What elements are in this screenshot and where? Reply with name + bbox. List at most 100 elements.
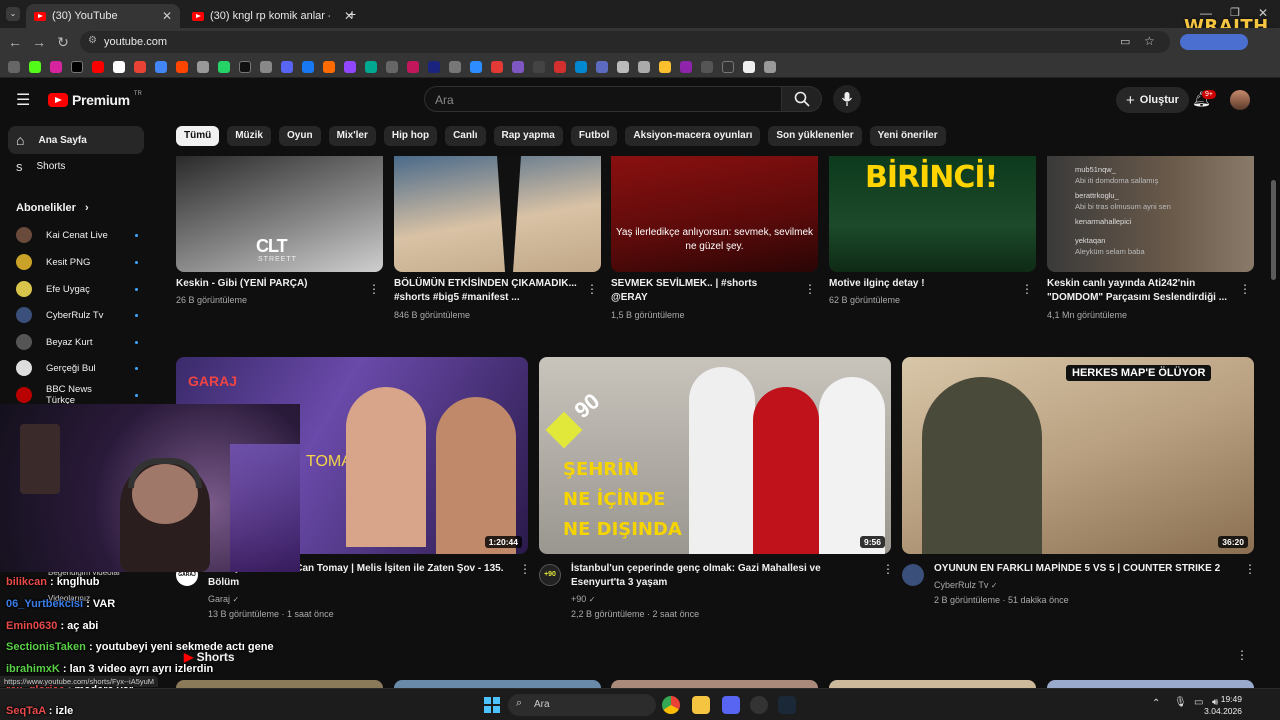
create-button[interactable]: + Oluştur bbox=[1116, 87, 1189, 113]
channel-name[interactable]: Garaj ✓ bbox=[208, 592, 239, 607]
video-thumbnail[interactable]: CLT STREETT bbox=[176, 156, 383, 272]
bookmark-icon[interactable] bbox=[680, 60, 692, 73]
bookmark-icon[interactable] bbox=[617, 60, 629, 73]
chip-rap[interactable]: Rap yapma bbox=[493, 126, 563, 146]
reload-icon[interactable]: ↻ bbox=[54, 33, 72, 51]
video-title[interactable]: İstanbul'un çeperinde genç olmak: Gazi M… bbox=[571, 562, 871, 576]
bookmark-icon[interactable] bbox=[155, 60, 167, 73]
subscriptions-header[interactable]: Abonelikler › bbox=[16, 202, 89, 214]
video-thumbnail[interactable] bbox=[394, 156, 601, 272]
tab-youtube-home[interactable]: (30) YouTube ✕ bbox=[26, 4, 180, 28]
facebook-bookmark-icon[interactable] bbox=[302, 60, 314, 73]
account-avatar[interactable] bbox=[1230, 90, 1250, 110]
video-title-line2[interactable]: Esenyurt'ta 3 yaşam bbox=[571, 576, 667, 590]
more-actions-icon[interactable]: ⋮ bbox=[586, 282, 598, 296]
search-button[interactable] bbox=[782, 86, 822, 112]
bookmark-icon[interactable] bbox=[449, 60, 461, 73]
sidebar-item-home[interactable]: ⌂ Ana Sayfa bbox=[8, 126, 144, 154]
short-thumbnail[interactable] bbox=[394, 680, 601, 688]
x-bookmark-icon[interactable] bbox=[71, 60, 83, 73]
subscription-kai-cenat-live[interactable]: Kai Cenat Live bbox=[16, 225, 138, 245]
page-scrollbar[interactable] bbox=[1271, 180, 1276, 280]
bookmark-icon[interactable] bbox=[386, 60, 398, 73]
video-title[interactable]: Keskin - Gibi (YENİ PARÇA) bbox=[176, 277, 356, 291]
new-tab-button[interactable]: + bbox=[348, 6, 356, 22]
sidebar-item-shorts[interactable]: ѕ Shorts bbox=[8, 152, 144, 180]
chip-live[interactable]: Canlı bbox=[445, 126, 486, 146]
bookmark-icon[interactable] bbox=[722, 60, 734, 73]
bookmark-icon[interactable] bbox=[260, 60, 272, 73]
subscription-kesit-png[interactable]: Kesit PNG bbox=[16, 252, 138, 272]
menu-icon[interactable]: ☰ bbox=[16, 90, 30, 110]
tab-kngl-video[interactable]: (30) kngl rp komik anlar - YouTube ✕ bbox=[184, 4, 362, 28]
subscription-bbc-news-turkce[interactable]: BBC News Türkçe bbox=[16, 384, 138, 406]
chip-football[interactable]: Futbol bbox=[570, 126, 618, 146]
bookmark-icon[interactable] bbox=[323, 60, 335, 73]
back-icon[interactable]: ← bbox=[6, 33, 24, 51]
tab-search-button[interactable]: ⌄ bbox=[6, 7, 20, 21]
gmail-bookmark-icon[interactable] bbox=[134, 60, 146, 73]
taskbar-search[interactable]: ⌕ Ara bbox=[508, 694, 656, 716]
bookmark-star-icon[interactable]: ☆ bbox=[1144, 34, 1155, 48]
steam-icon[interactable] bbox=[778, 696, 796, 714]
bookmark-icon[interactable] bbox=[638, 60, 650, 73]
video-title[interactable]: Keskin canlı yayında Ati242'nin bbox=[1047, 277, 1232, 291]
more-actions-icon[interactable]: ⋮ bbox=[882, 562, 894, 576]
windows-start-icon[interactable] bbox=[484, 697, 500, 713]
video-title-line2[interactable]: Bölüm bbox=[208, 576, 239, 590]
video-title-line2[interactable]: @ERAY bbox=[611, 291, 801, 305]
url-field[interactable]: ⚙ youtube.com ▭ ☆ bbox=[80, 31, 1170, 53]
more-actions-icon[interactable]: ⋮ bbox=[1239, 282, 1251, 296]
bookmark-icon[interactable] bbox=[197, 60, 209, 73]
network-icon[interactable]: ▭ bbox=[1194, 697, 1203, 708]
more-actions-icon[interactable]: ⋮ bbox=[368, 282, 380, 296]
video-thumbnail[interactable]: BİRİNCİ! bbox=[829, 156, 1036, 272]
bookmark-icon[interactable] bbox=[239, 60, 251, 73]
bookmark-icon[interactable] bbox=[470, 60, 482, 73]
bookmark-icon[interactable] bbox=[764, 60, 776, 73]
more-actions-icon[interactable]: ⋮ bbox=[519, 562, 531, 576]
chip-action-adventure[interactable]: Aksiyon-macera oyunları bbox=[625, 126, 761, 146]
chip-hip-hop[interactable]: Hip hop bbox=[383, 126, 438, 146]
tray-chevron-icon[interactable]: ⌃ bbox=[1152, 698, 1160, 709]
video-title[interactable]: OYUNUN EN FARKLI MAPİNDE 5 VS 5 | COUNTE… bbox=[934, 562, 1234, 576]
bookmark-icon[interactable] bbox=[491, 60, 503, 73]
profile-chip[interactable] bbox=[1180, 34, 1248, 50]
youtube-premium-logo[interactable]: Premium TR bbox=[48, 91, 142, 108]
subscription-cyberrulz-tv[interactable]: CyberRulz Tv bbox=[16, 305, 138, 325]
file-explorer-icon[interactable] bbox=[692, 696, 710, 714]
forward-icon[interactable]: → bbox=[30, 33, 48, 51]
subscription-efe-uygac[interactable]: Efe Uygaç bbox=[16, 279, 138, 299]
search-input[interactable]: Ara bbox=[424, 86, 782, 112]
bookmark-icon[interactable] bbox=[575, 60, 587, 73]
kick-bookmark-icon[interactable] bbox=[29, 60, 41, 73]
video-title[interactable]: SEVMEK SEVİLMEK.. | #shorts bbox=[611, 277, 801, 291]
google-bookmark-icon[interactable] bbox=[113, 60, 125, 73]
voice-search-button[interactable] bbox=[833, 85, 861, 113]
cast-icon[interactable]: ▭ bbox=[1120, 35, 1130, 48]
bookmark-icon[interactable] bbox=[701, 60, 713, 73]
bookmark-icon[interactable] bbox=[512, 60, 524, 73]
subscription-gercegi-bul[interactable]: Gerçeği Bul bbox=[16, 358, 138, 378]
discord-icon[interactable] bbox=[722, 696, 740, 714]
channel-name[interactable]: CyberRulz Tv ✓ bbox=[934, 578, 998, 593]
twitch-bookmark-icon[interactable] bbox=[344, 60, 356, 73]
app-icon[interactable] bbox=[750, 696, 768, 714]
apps-icon[interactable] bbox=[8, 60, 20, 73]
chip-gaming[interactable]: Oyun bbox=[279, 126, 321, 146]
chip-all[interactable]: Tümü bbox=[176, 126, 220, 146]
video-thumbnail[interactable]: 90 ŞEHRİN NE İÇİNDE NE DIŞINDA 9:56 bbox=[539, 357, 891, 554]
bookmark-icon[interactable] bbox=[596, 60, 608, 73]
more-actions-icon[interactable]: ⋮ bbox=[1021, 282, 1033, 296]
bookmark-icon[interactable] bbox=[743, 60, 755, 73]
close-tab-icon[interactable]: ✕ bbox=[162, 9, 172, 23]
more-actions-icon[interactable]: ⋮ bbox=[1236, 648, 1248, 662]
subscription-beyaz-kurt[interactable]: Beyaz Kurt bbox=[16, 332, 138, 352]
bookmark-icon[interactable] bbox=[365, 60, 377, 73]
chip-new-to-you[interactable]: Yeni öneriler bbox=[869, 126, 946, 146]
bookmark-icon[interactable] bbox=[659, 60, 671, 73]
bookmark-icon[interactable] bbox=[428, 60, 440, 73]
more-actions-icon[interactable]: ⋮ bbox=[804, 282, 816, 296]
site-info-icon[interactable]: ⚙ bbox=[88, 35, 97, 46]
bookmark-icon[interactable] bbox=[281, 60, 293, 73]
